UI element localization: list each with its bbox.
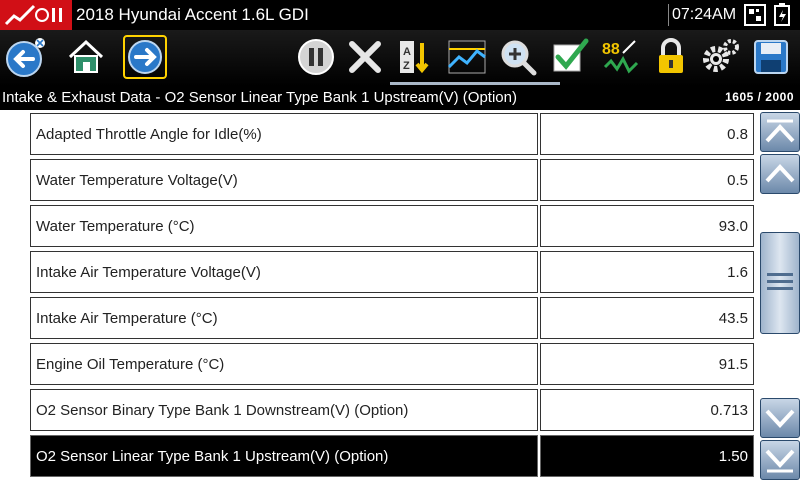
checkmark-icon [553,38,589,72]
pid-name: Intake Air Temperature Voltage(V) [30,251,538,293]
list-item[interactable]: Engine Oil Temperature (°C) 91.5 [30,343,756,387]
pause-button[interactable] [294,35,338,79]
svg-text:Z: Z [403,60,410,72]
clear-button[interactable] [343,35,387,79]
pid-value: 1.6 [540,251,754,293]
pid-value: 0.8 [540,113,754,155]
list-item-selected[interactable]: O2 Sensor Linear Type Bank 1 Upstream(V)… [30,435,756,479]
wifi-qr-icon [744,4,766,26]
scroll-thumb[interactable] [760,232,800,334]
clock: 07:24AM [672,6,737,23]
save-icon [754,40,788,74]
forward-button[interactable] [123,35,167,79]
svg-text:A: A [403,46,411,58]
pause-icon [298,39,334,75]
list-item[interactable]: Water Temperature Voltage(V) 0.5 [30,159,756,203]
status-icons [743,3,797,32]
list-item[interactable]: Water Temperature (°C) 93.0 [30,205,756,249]
scroll-down-button[interactable] [760,398,800,438]
double-chevron-up-icon [765,119,795,143]
breadcrumb: Intake & Exhaust Data - O2 Sensor Linear… [0,86,800,110]
units-icon: 88 [602,40,639,74]
chevron-up-icon [765,164,795,183]
home-icon [68,39,104,73]
pid-name: Water Temperature (°C) [30,205,538,247]
list-item[interactable]: O2 Sensor Binary Type Bank 1 Downstream(… [30,389,756,433]
lock-button[interactable] [649,35,693,79]
settings-button[interactable] [698,35,742,79]
sort-az-icon: A Z [400,41,429,74]
app-logo [0,0,72,30]
pid-value: 0.5 [540,159,754,201]
x-icon [349,41,381,73]
scroll-top-button[interactable] [760,112,800,152]
double-chevron-down-icon [765,449,795,473]
pid-name: O2 Sensor Linear Type Bank 1 Upstream(V)… [30,435,538,477]
title-bar: 2018 Hyundai Accent 1.6L GDI 07:24AM [0,0,800,30]
pid-name: O2 Sensor Binary Type Bank 1 Downstream(… [30,389,538,431]
pid-value: 0.713 [540,389,754,431]
pid-name: Engine Oil Temperature (°C) [30,343,538,385]
breadcrumb-text: Intake & Exhaust Data - O2 Sensor Linear… [2,89,517,106]
back-button[interactable] [4,35,48,79]
zoom-button[interactable] [496,35,540,79]
units-button[interactable]: 88 [599,35,643,79]
sort-button[interactable]: A Z [394,35,438,79]
list-item[interactable]: Intake Air Temperature Voltage(V) 1.6 [30,251,756,295]
pid-name: Adapted Throttle Angle for Idle(%) [30,113,538,155]
back-arrow-icon [6,38,45,77]
pid-list: Adapted Throttle Angle for Idle(%) 0.8 W… [30,113,756,481]
vehicle-title: 2018 Hyundai Accent 1.6L GDI [76,5,309,24]
zoom-icon [501,40,537,76]
toolbar: A Z 88 [0,30,800,86]
chevron-down-icon [765,409,795,428]
select-button[interactable] [548,35,592,79]
home-button[interactable] [64,35,108,79]
pid-name: Water Temperature Voltage(V) [30,159,538,201]
pid-value: 43.5 [540,297,754,339]
gear-icon [703,39,739,72]
pid-name: Intake Air Temperature (°C) [30,297,538,339]
divider [668,4,669,26]
frame-counter: 1605 / 2000 [725,90,794,104]
scroll-up-button[interactable] [760,154,800,194]
scroll-bottom-button[interactable] [760,440,800,480]
scrollbar[interactable] [758,110,800,480]
recording-progress [390,82,560,85]
list-item[interactable]: Adapted Throttle Angle for Idle(%) 0.8 [30,113,756,157]
list-item[interactable]: Intake Air Temperature (°C) 43.5 [30,297,756,341]
graph-icon [447,40,486,74]
svg-text:88: 88 [602,41,620,58]
pid-value: 91.5 [540,343,754,385]
pid-value: 1.50 [540,435,754,477]
pid-value: 93.0 [540,205,754,247]
battery-icon [774,3,790,26]
forward-arrow-icon [128,40,162,74]
save-button[interactable] [749,35,793,79]
graph-button[interactable] [445,35,489,79]
lock-icon [659,38,683,73]
